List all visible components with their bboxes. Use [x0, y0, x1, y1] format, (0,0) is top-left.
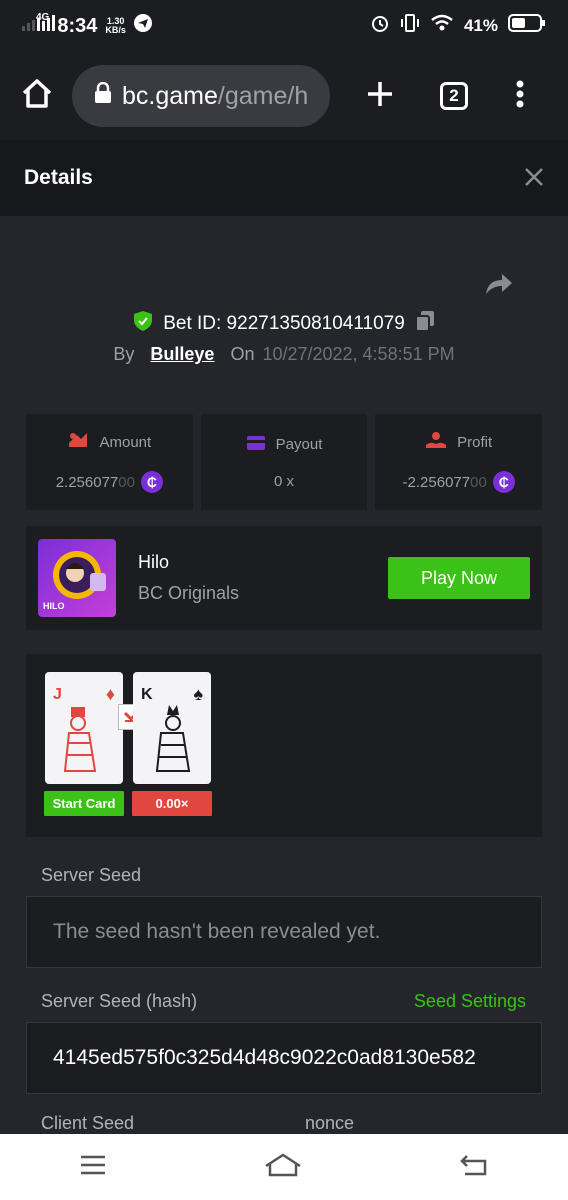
nonce-label: nonce — [305, 1113, 355, 1133]
start-card-tag: Start Card — [44, 791, 124, 816]
bet-stats: Amount 2.25607700 ₵ Payout 0 x Profit -2… — [26, 414, 543, 510]
battery-icon — [508, 13, 546, 39]
network-type: 4G — [36, 11, 50, 23]
multiplier-tag: 0.00× — [132, 791, 212, 816]
amount-value: 2.25607700 — [55, 473, 135, 491]
details-content: Bet ID: 92271350810411079 By Bulleye On … — [0, 216, 568, 1134]
close-icon[interactable] — [524, 162, 544, 194]
page-title: Details — [24, 166, 93, 189]
system-nav-bar — [0, 1134, 568, 1200]
coin-icon: ₵ — [140, 471, 163, 493]
recents-icon[interactable] — [79, 1154, 107, 1181]
coin-icon: ₵ — [492, 471, 515, 493]
payout-card-icon — [246, 435, 266, 455]
profit-icon — [425, 431, 447, 453]
result-card: K ♠ — [133, 672, 211, 784]
clock: 8:34 — [57, 14, 98, 37]
server-seed-field: The seed hasn't been revealed yet. — [26, 896, 542, 968]
tab-switcher-button[interactable]: 2 — [440, 82, 468, 110]
amount-icon — [67, 431, 89, 453]
stat-payout: Payout 0 x — [200, 414, 368, 510]
stat-profit: Profit -2.25607700 ₵ — [375, 414, 543, 510]
server-seed-hash-field[interactable]: 4145ed575f0c325d4d48c9022c0ad8130e582 — [26, 1022, 542, 1094]
back-icon[interactable] — [459, 1153, 489, 1182]
game-name: Hilo — [138, 552, 170, 572]
home-nav-icon[interactable] — [264, 1152, 302, 1183]
game-card: HILO Hilo BC Originals Play Now — [26, 526, 542, 630]
by-label: By — [113, 344, 135, 364]
bet-meta: By Bulleye On 10/27/2022, 4:58:51 PM — [0, 344, 568, 365]
profit-label: Profit — [457, 433, 493, 451]
payout-value: 0 x — [274, 472, 295, 490]
start-card: J ♦ — [45, 672, 123, 784]
new-tab-icon[interactable] — [366, 80, 394, 113]
url-host: bc.game — [122, 81, 218, 110]
cards-panel: J ♦ K ♠ Start Card 0.00× — [26, 654, 542, 837]
bet-id: Bet ID: 92271350810411079 — [163, 313, 405, 334]
game-thumbnail[interactable]: HILO — [38, 539, 116, 617]
bet-date: 10/27/2022, 4:58:51 PM — [262, 344, 455, 364]
profit-value: -2.25607700 — [402, 473, 487, 491]
vibrate-icon — [400, 13, 420, 39]
on-label: On — [230, 344, 255, 364]
game-provider: BC Originals — [138, 583, 240, 603]
home-icon[interactable] — [20, 77, 54, 116]
user-link[interactable]: Bulleye — [150, 344, 214, 365]
client-seed-label: Client Seed — [41, 1113, 135, 1133]
battery-percent: 41% — [463, 16, 498, 35]
net-speed: 1.30 KB/s — [105, 16, 126, 35]
lock-icon — [94, 81, 112, 111]
stat-amount: Amount 2.25607700 ₵ — [26, 414, 193, 510]
more-menu-icon[interactable] — [516, 80, 524, 113]
url-path: /game/h — [217, 81, 309, 110]
server-seed-hash-label: Server Seed (hash) — [41, 991, 198, 1011]
share-icon[interactable] — [484, 272, 514, 301]
seed-settings-link[interactable]: Seed Settings — [414, 991, 526, 1012]
wifi-icon — [430, 14, 454, 38]
copy-icon[interactable] — [414, 310, 435, 338]
amount-label: Amount — [99, 433, 152, 451]
play-now-button[interactable]: Play Now — [388, 557, 530, 599]
shield-check-icon — [133, 310, 153, 338]
details-header: Details — [0, 140, 568, 216]
server-seed-label: Server Seed — [41, 865, 142, 885]
jack-figure-icon — [55, 701, 111, 778]
king-figure-icon — [143, 701, 199, 778]
browser-toolbar: bc.game/game/h 2 — [0, 52, 568, 140]
payout-label: Payout — [275, 436, 323, 453]
bet-id-row: Bet ID: 92271350810411079 — [0, 310, 568, 338]
url-bar[interactable]: bc.game/game/h — [72, 65, 330, 127]
game-thumbnail-label: HILO — [43, 601, 65, 611]
telegram-icon — [133, 14, 152, 38]
alarm-icon — [370, 13, 390, 39]
status-bar: 4G 8:34 1.30 KB/s 41% — [0, 0, 568, 52]
